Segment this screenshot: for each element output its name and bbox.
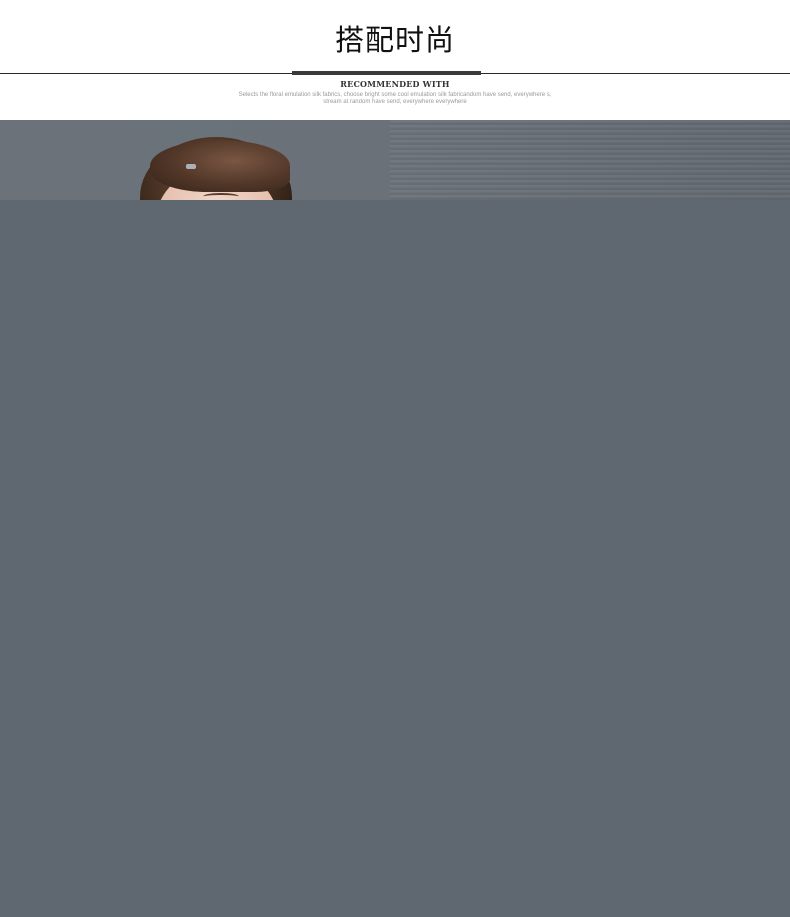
product-detail-page: 搭配时尚 RECOMMENDED WITH Selects the floral… xyxy=(0,0,790,917)
title-divider-accent xyxy=(292,71,481,75)
photo-background-texture xyxy=(390,120,790,200)
model-hair-fringe xyxy=(150,140,290,192)
section-header: 搭配时尚 RECOMMENDED WITH Selects the floral… xyxy=(0,0,790,120)
hair-clip-icon xyxy=(186,164,196,169)
model-photo xyxy=(0,120,790,200)
description-line-1: Selects the floral emulation silk fabric… xyxy=(238,92,552,98)
section-description: Selects the floral emulation silk fabric… xyxy=(0,92,790,106)
section-title: 搭配时尚 xyxy=(334,23,455,57)
model-eyebrow xyxy=(203,193,239,200)
description-line-2: stream at random have send, everywhere e… xyxy=(323,99,467,105)
section-subtitle: RECOMMENDED WITH xyxy=(340,79,450,89)
image-placeholder-panel xyxy=(0,200,790,917)
